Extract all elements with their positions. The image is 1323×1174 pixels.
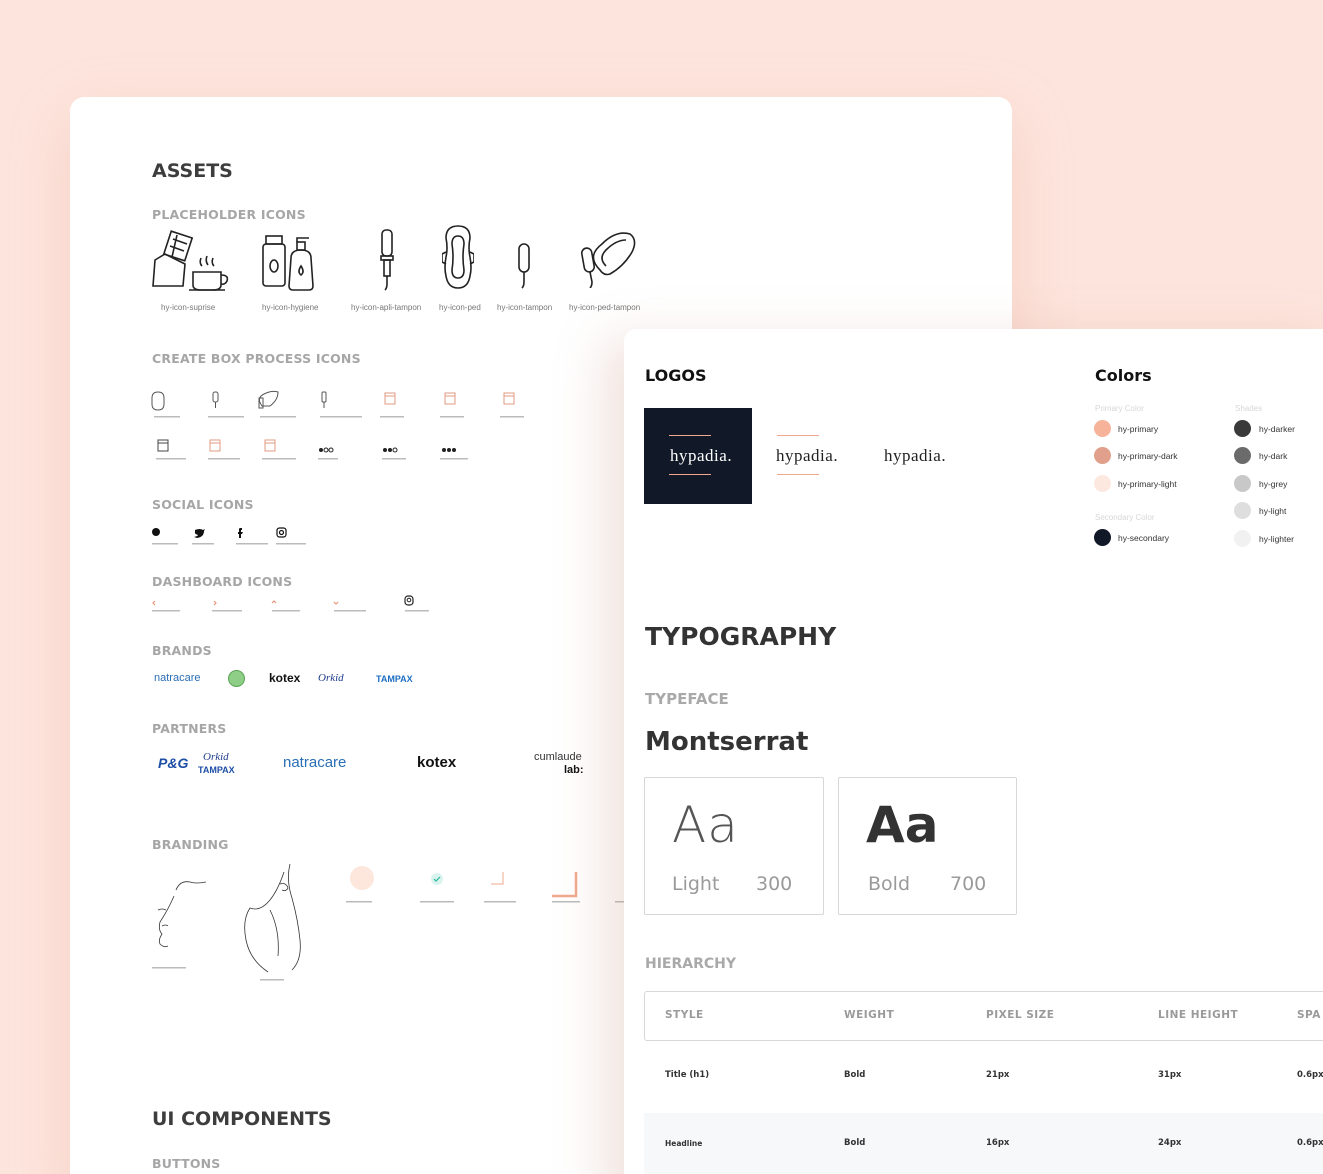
swatch-secondary <box>1094 529 1111 546</box>
box-process-icons-grid <box>151 390 524 460</box>
column-header-spacing: SPA <box>1297 1009 1321 1021</box>
type-sample-light: Aa Light 300 <box>644 777 824 915</box>
placeholder-icon-label: hy-icon-suprise <box>161 303 216 312</box>
primary-color-title: Primary Color <box>1095 404 1144 413</box>
swatch-label: hy-lighter <box>1259 534 1294 544</box>
secondary-color-title: Secondary Color <box>1095 513 1155 522</box>
swatch-dark <box>1234 447 1251 464</box>
partner-natracare: natracare <box>283 754 347 771</box>
table-cell: 21px <box>986 1070 1010 1080</box>
table-cell: Title (h1) <box>665 1070 710 1080</box>
buttons-title: BUTTONS <box>152 1156 221 1171</box>
swatch-label: hy-primary-light <box>1118 479 1177 489</box>
logo-wordmark: hypadia. <box>668 446 735 466</box>
partners-title: PARTNERS <box>152 721 227 736</box>
placeholder-icon-label: hy-icon-hygiene <box>262 303 319 312</box>
placeholder-icon-label: hy-icon-apli-tampon <box>351 303 422 312</box>
logos-title: LOGOS <box>645 366 707 385</box>
swatch-label: hy-secondary <box>1118 533 1170 543</box>
placeholder-icon-label: hy-icon-ped <box>439 303 481 312</box>
branding-title: BRANDING <box>152 837 229 852</box>
swatch-label: hy-primary <box>1118 424 1159 434</box>
partner-kotex: kotex <box>417 754 457 771</box>
table-cell: 16px <box>986 1138 1010 1148</box>
swatch-label: hy-light <box>1259 506 1287 516</box>
table-cell: 24px <box>1158 1138 1182 1148</box>
swatch-grey <box>1234 475 1251 492</box>
brand-seal-icon <box>228 670 245 687</box>
brand-kotex: kotex <box>269 671 301 685</box>
swatch-label: hy-darker <box>1259 424 1295 434</box>
colors-title: Colors <box>1095 366 1152 385</box>
swatch-primary-dark <box>1094 447 1111 464</box>
swatch-darker <box>1234 420 1251 437</box>
type-sample-weight-value: 300 <box>756 873 793 895</box>
table-cell: Bold <box>844 1138 866 1148</box>
brand-tampax: TAMPAX <box>376 674 413 684</box>
swatch-light <box>1234 502 1251 519</box>
placeholder-icon-label: hy-icon-tampon <box>497 303 553 312</box>
shades-title: Shades <box>1235 404 1263 413</box>
swatch-primary <box>1094 420 1111 437</box>
type-sample-weight-value: 700 <box>950 873 987 895</box>
column-header-line-height: LINE HEIGHT <box>1158 1009 1239 1021</box>
surprise-icon <box>152 230 229 291</box>
placeholder-icon-label: hy-icon-ped-tampon <box>569 303 641 312</box>
assets-title: ASSETS <box>152 160 233 182</box>
box-process-icons-title: CREATE BOX PROCESS ICONS <box>152 351 361 366</box>
partner-cumlaude: cumlaude <box>534 751 582 763</box>
swatch-label: hy-dark <box>1259 451 1288 461</box>
swatch-primary-light <box>1094 475 1111 492</box>
table-row <box>644 1113 1323 1174</box>
social-icons-row <box>152 527 306 545</box>
branding-illustrations <box>152 863 625 981</box>
typography-title: TYPOGRAPHY <box>645 622 837 651</box>
table-cell: Bold <box>844 1070 866 1080</box>
table-cell: 31px <box>1158 1070 1182 1080</box>
logo-wordmark-plain: hypadia. <box>884 446 947 465</box>
pad-icon <box>442 225 474 289</box>
table-cell: Headline <box>665 1139 703 1148</box>
social-icons-title: SOCIAL ICONS <box>152 497 254 512</box>
type-sample-glyph: Aa <box>672 796 739 854</box>
table-cell: 0.6px <box>1297 1138 1323 1148</box>
placeholder-icons-title: PLACEHOLDER ICONS <box>152 207 306 222</box>
logo-light-variant: hypadia. <box>772 426 842 482</box>
swatch-lighter <box>1234 530 1251 547</box>
type-sample-bold: Aa Bold 700 <box>838 777 1017 915</box>
logo-wordmark: hypadia. <box>774 446 841 466</box>
apli-tampon-icon <box>380 229 394 291</box>
swatch-label: hy-grey <box>1259 479 1288 489</box>
brand-natracare: natracare <box>154 672 201 684</box>
column-header-pixel-size: PIXEL SIZE <box>986 1009 1055 1021</box>
dashboard-icons-title: DASHBOARD ICONS <box>152 574 293 589</box>
partner-lab: lab: <box>564 764 584 776</box>
tampon-icon <box>518 243 530 289</box>
table-cell: 0.6px <box>1297 1070 1323 1080</box>
partner-tampax: TAMPAX <box>198 765 235 775</box>
type-sample-weight-name: Light <box>672 873 720 895</box>
brands-title: BRANDS <box>152 643 212 658</box>
typeface-title: TYPEFACE <box>645 690 729 708</box>
brand-orkid: Orkid <box>318 672 344 684</box>
pad-tampon-icon <box>580 232 636 288</box>
column-header-weight: WEIGHT <box>844 1009 895 1021</box>
dashboard-icons-row <box>152 595 429 612</box>
hierarchy-title: HIERARCHY <box>645 956 737 972</box>
column-header-style: STYLE <box>665 1009 704 1021</box>
type-sample-weight-name: Bold <box>868 873 910 895</box>
swatch-label: hy-primary-dark <box>1118 451 1178 461</box>
partner-orkid: Orkid <box>203 751 229 763</box>
hygiene-icon <box>262 235 314 291</box>
typeface-name: Montserrat <box>645 727 809 757</box>
type-sample-glyph: Aa <box>866 796 939 854</box>
logo-dark-variant: hypadia. <box>644 408 752 504</box>
partner-pg: P&G <box>158 755 189 771</box>
ui-components-title: UI COMPONENTS <box>152 1108 332 1130</box>
